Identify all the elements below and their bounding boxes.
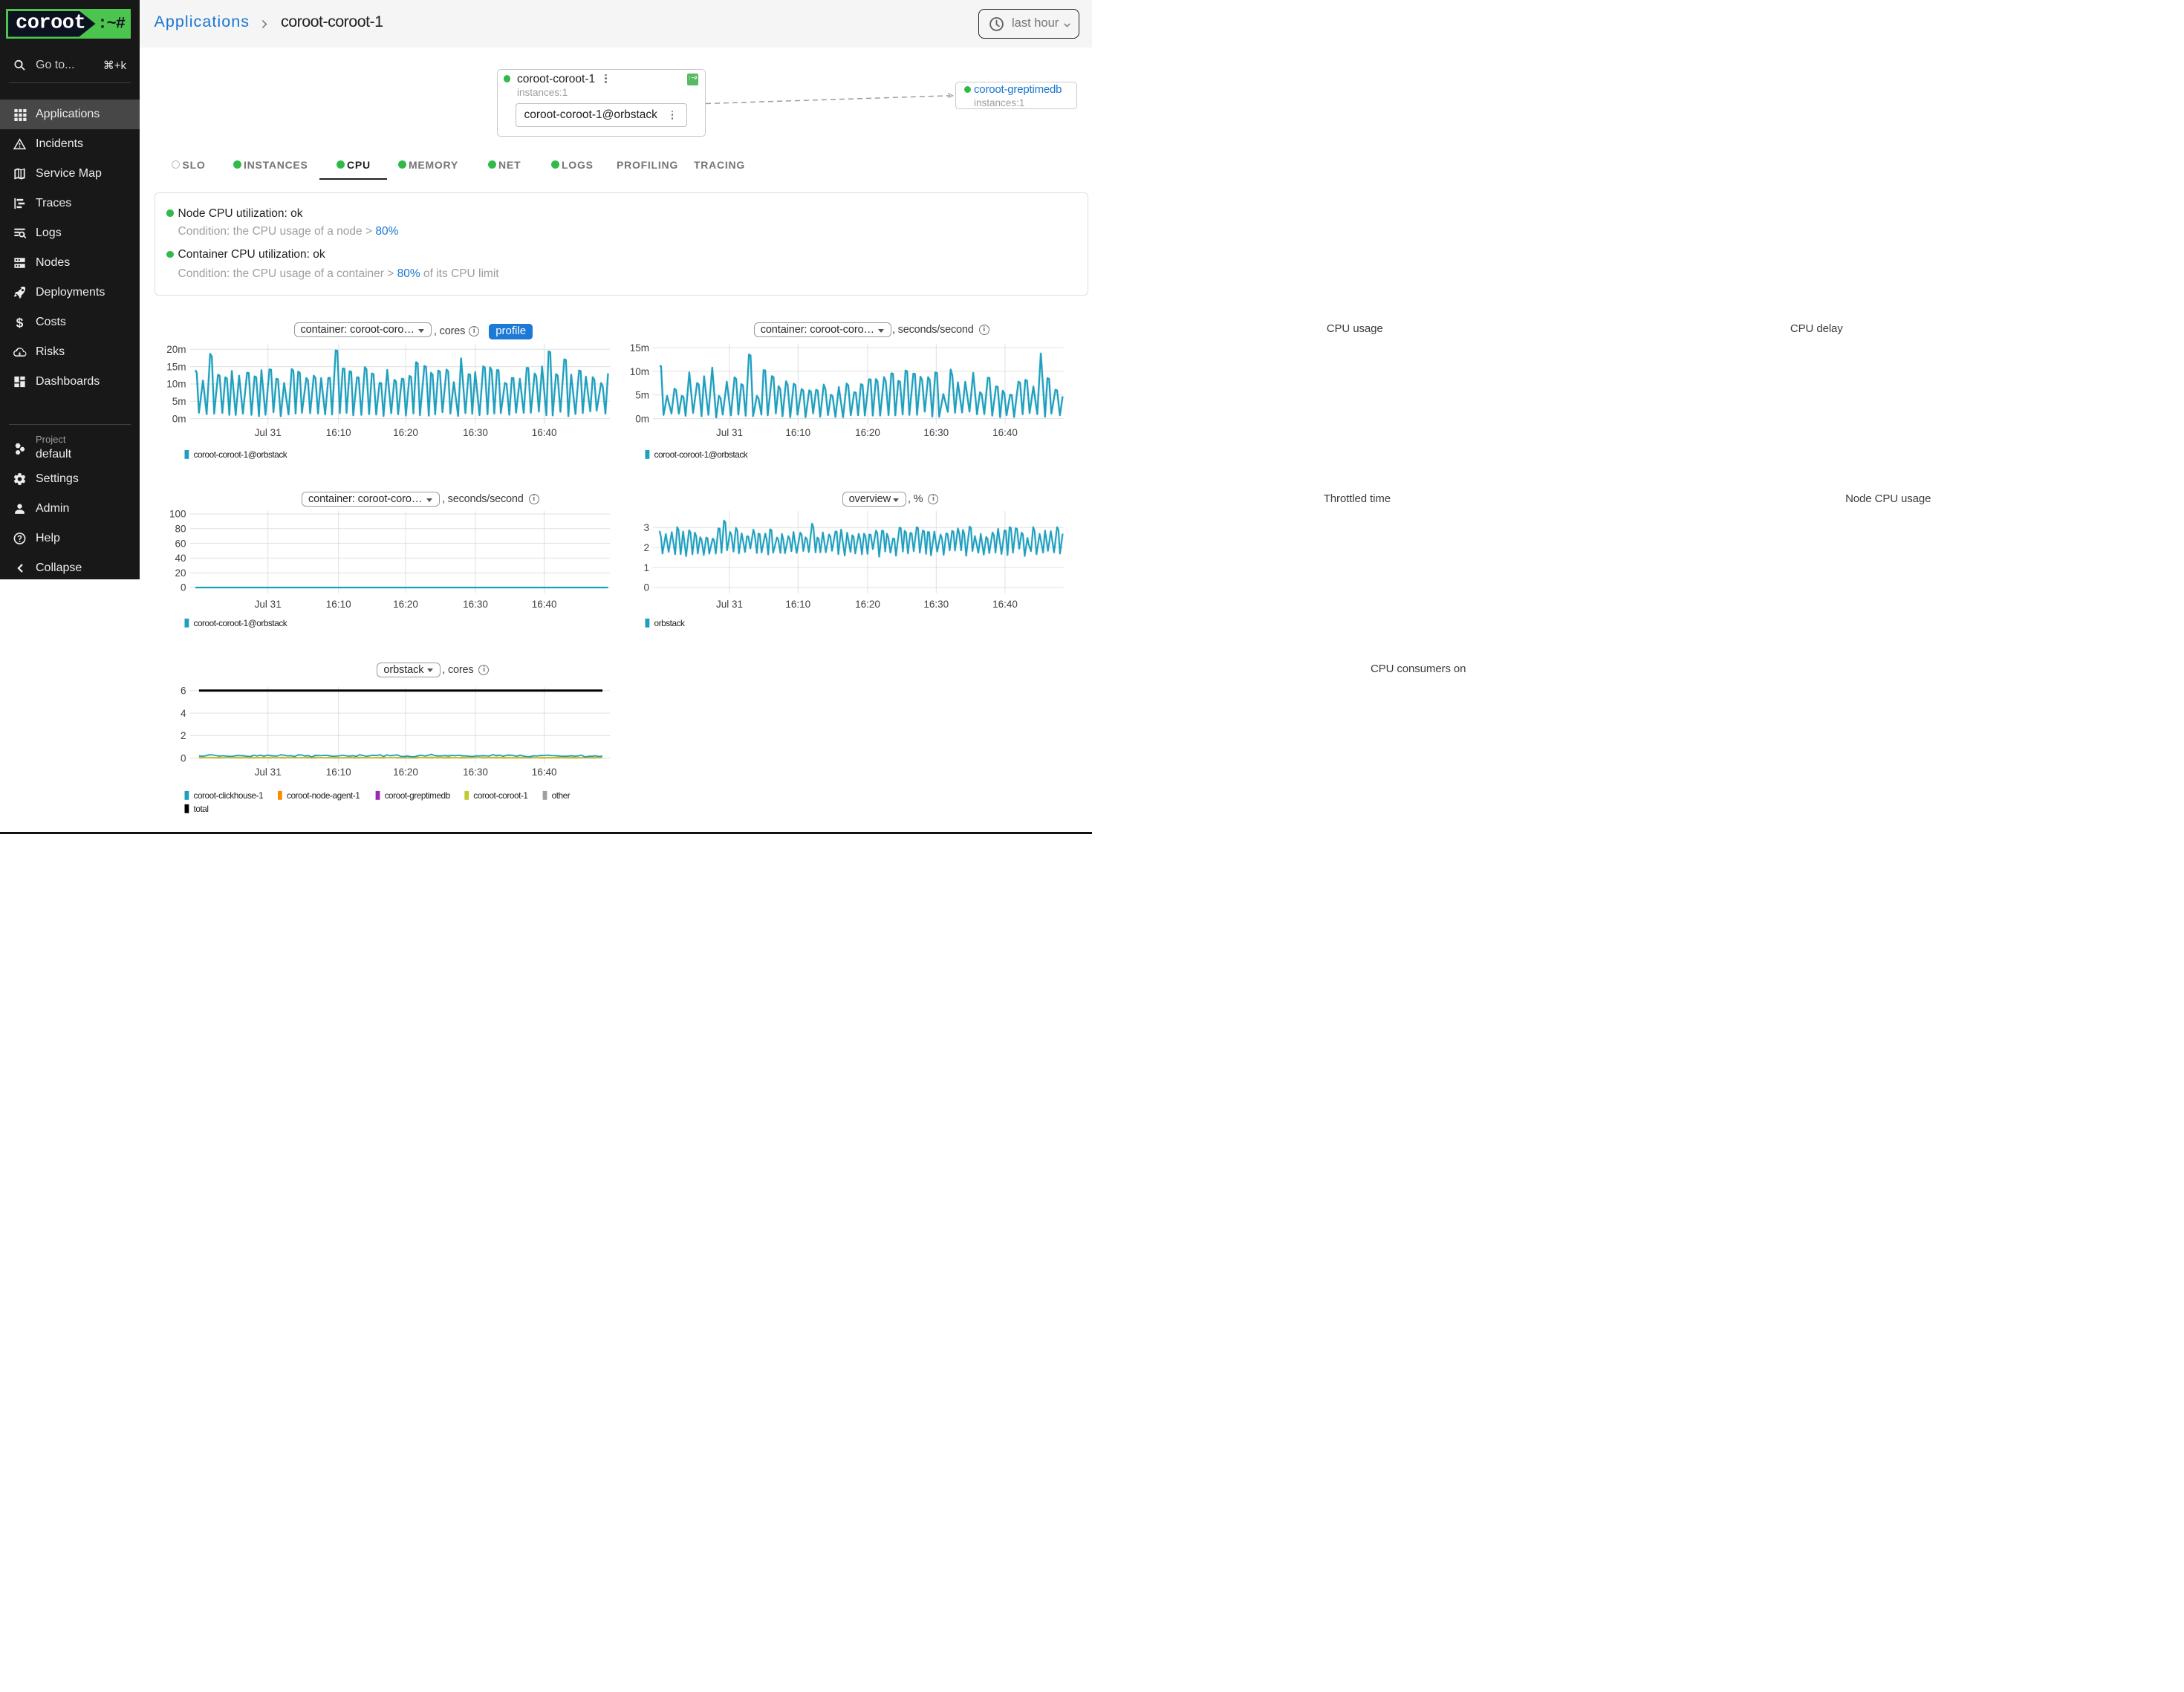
svg-text:60: 60	[175, 538, 186, 549]
svg-text:80: 80	[175, 524, 186, 535]
svg-text:16:40: 16:40	[532, 427, 557, 438]
svg-text:15m: 15m	[166, 361, 186, 372]
svg-text:16:30: 16:30	[463, 599, 488, 610]
svg-text:0: 0	[181, 582, 186, 593]
svg-text:16:20: 16:20	[855, 599, 880, 610]
svg-text:16:40: 16:40	[992, 427, 1018, 438]
svg-text:16:40: 16:40	[532, 599, 557, 610]
svg-text:Jul 31: Jul 31	[716, 427, 743, 438]
svg-text:16:20: 16:20	[393, 767, 418, 778]
svg-text:16:10: 16:10	[785, 599, 810, 610]
svg-text:16:10: 16:10	[326, 767, 351, 778]
svg-text:0: 0	[643, 582, 649, 593]
svg-text:total: total	[194, 804, 209, 814]
svg-text:20: 20	[175, 567, 186, 579]
svg-text:0m: 0m	[172, 413, 186, 424]
svg-text:16:40: 16:40	[992, 599, 1018, 610]
svg-text:10m: 10m	[166, 379, 186, 390]
svg-text:coroot-node-agent-1: coroot-node-agent-1	[287, 790, 360, 801]
svg-text:20m: 20m	[166, 344, 186, 355]
svg-text:16:30: 16:30	[463, 427, 488, 438]
svg-text:16:10: 16:10	[326, 427, 351, 438]
svg-text:15m: 15m	[630, 342, 649, 354]
svg-text:100: 100	[169, 509, 186, 520]
svg-text:coroot-clickhouse-1: coroot-clickhouse-1	[194, 790, 264, 801]
svg-text:$: $	[16, 315, 24, 329]
svg-text:16:30: 16:30	[923, 427, 949, 438]
svg-text:Jul 31: Jul 31	[255, 427, 282, 438]
svg-text:coroot-greptimedb: coroot-greptimedb	[385, 790, 451, 801]
svg-text:coroot-coroot-1@orbstack: coroot-coroot-1@orbstack	[194, 449, 287, 460]
svg-text:16:20: 16:20	[393, 427, 418, 438]
svg-text:5m: 5m	[635, 390, 649, 401]
svg-text:Jul 31: Jul 31	[255, 599, 282, 610]
svg-text:16:10: 16:10	[785, 427, 810, 438]
svg-text:40: 40	[175, 553, 186, 564]
svg-text:coroot-coroot-1@orbstack: coroot-coroot-1@orbstack	[194, 618, 287, 628]
svg-text:10m: 10m	[630, 366, 649, 377]
svg-text:2: 2	[181, 730, 186, 741]
svg-text:5m: 5m	[172, 396, 186, 407]
svg-text:coroot-coroot-1: coroot-coroot-1	[473, 790, 527, 801]
svg-text:0: 0	[181, 752, 186, 764]
svg-text:16:30: 16:30	[463, 767, 488, 778]
svg-text:16:30: 16:30	[923, 599, 949, 610]
svg-text:orbstack: orbstack	[654, 618, 686, 628]
svg-text:2: 2	[643, 542, 649, 553]
svg-text:1: 1	[643, 562, 649, 573]
svg-text:16:20: 16:20	[393, 599, 418, 610]
svg-text:16:20: 16:20	[855, 427, 880, 438]
svg-text:16:10: 16:10	[326, 599, 351, 610]
svg-text:Jul 31: Jul 31	[255, 767, 282, 778]
svg-text:other: other	[552, 790, 571, 801]
svg-text:Jul 31: Jul 31	[716, 599, 743, 610]
svg-text:4: 4	[181, 708, 186, 719]
svg-text:6: 6	[181, 686, 186, 697]
svg-text:3: 3	[643, 522, 649, 533]
svg-text:0m: 0m	[635, 413, 649, 424]
svg-text:16:40: 16:40	[532, 767, 557, 778]
svg-text:coroot-coroot-1@orbstack: coroot-coroot-1@orbstack	[654, 449, 748, 460]
